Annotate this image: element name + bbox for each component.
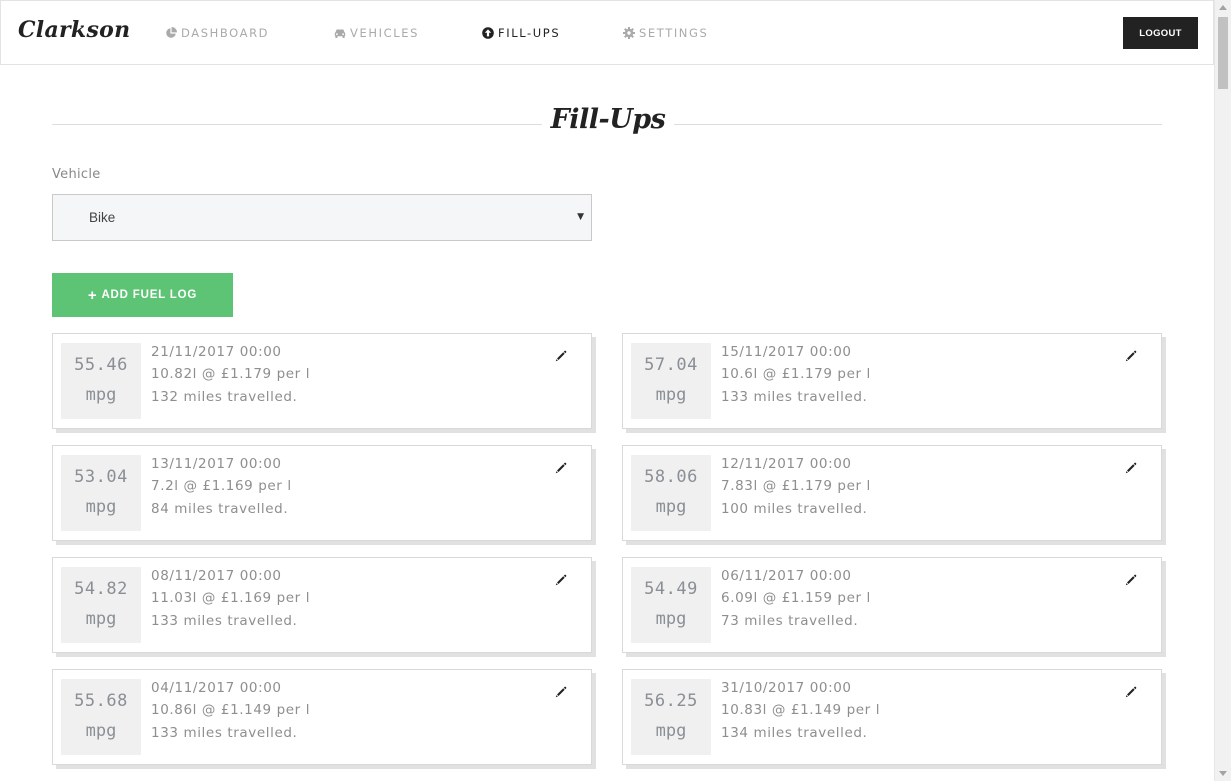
brand-logo[interactable]: Clarkson <box>18 17 130 43</box>
fillup-date: 21/11/2017 00:00 <box>151 344 282 360</box>
mpg-badge: 57.04 mpg <box>631 343 711 419</box>
mpg-value: 55.68 <box>74 691 128 711</box>
mpg-value: 54.49 <box>644 579 698 599</box>
fillup-distance: 132 miles travelled. <box>151 389 298 405</box>
top-navbar: Clarkson DASHBOARD VEHICLES FILL-UPS SET… <box>0 0 1214 65</box>
mpg-unit: mpg <box>85 497 117 517</box>
page-title: Fill-Ups <box>550 104 666 135</box>
mpg-unit: mpg <box>655 385 687 405</box>
scrollbar-thumb[interactable] <box>1218 17 1228 89</box>
pencil-icon[interactable] <box>554 685 568 699</box>
mpg-badge: 55.68 mpg <box>61 679 141 755</box>
nav-settings[interactable]: SETTINGS <box>623 25 708 41</box>
fillup-distance: 133 miles travelled. <box>151 613 298 629</box>
mpg-unit: mpg <box>85 385 117 405</box>
nav-dashboard[interactable]: DASHBOARD <box>165 25 269 41</box>
mpg-value: 56.25 <box>644 691 698 711</box>
fillup-date: 13/11/2017 00:00 <box>151 456 282 472</box>
pencil-icon[interactable] <box>1124 349 1138 363</box>
title-divider-left <box>52 124 542 125</box>
nav-fillups-label: FILL-UPS <box>498 26 561 40</box>
car-icon <box>334 29 346 38</box>
mpg-value: 55.46 <box>74 355 128 375</box>
fillup-date: 12/11/2017 00:00 <box>721 456 852 472</box>
fillup-date: 15/11/2017 00:00 <box>721 344 852 360</box>
mpg-badge: 54.82 mpg <box>61 567 141 643</box>
add-fuel-log-button[interactable]: + ADD FUEL LOG <box>52 273 233 317</box>
fillup-card: 54.49 mpg 06/11/2017 00:00 6.09l @ £1.15… <box>622 557 1162 653</box>
mpg-value: 58.06 <box>644 467 698 487</box>
mpg-badge: 54.49 mpg <box>631 567 711 643</box>
mpg-value: 54.82 <box>74 579 128 599</box>
scroll-up-arrow-icon[interactable] <box>1219 5 1227 10</box>
gear-icon <box>623 27 635 39</box>
fillup-fuel: 10.86l @ £1.149 per l <box>151 702 311 718</box>
fillup-distance: 134 miles travelled. <box>721 725 868 741</box>
mpg-unit: mpg <box>85 609 117 629</box>
logout-button[interactable]: LOGOUT <box>1123 17 1198 49</box>
fillup-fuel: 11.03l @ £1.169 per l <box>151 590 311 606</box>
fillup-distance: 100 miles travelled. <box>721 501 868 517</box>
pencil-icon[interactable] <box>1124 461 1138 475</box>
pencil-icon[interactable] <box>554 349 568 363</box>
fillup-card: 55.46 mpg 21/11/2017 00:00 10.82l @ £1.1… <box>52 333 592 429</box>
nav-vehicles[interactable]: VEHICLES <box>334 25 419 41</box>
add-fuel-log-label: ADD FUEL LOG <box>101 289 198 301</box>
scroll-down-arrow-icon[interactable] <box>1219 771 1227 776</box>
fillup-card: 56.25 mpg 31/10/2017 00:00 10.83l @ £1.1… <box>622 669 1162 765</box>
fillup-fuel: 7.2l @ £1.169 per l <box>151 478 292 494</box>
pencil-icon[interactable] <box>554 573 568 587</box>
caret-down-icon: ▼ <box>577 212 584 222</box>
fillup-fuel: 10.6l @ £1.179 per l <box>721 366 871 382</box>
mpg-unit: mpg <box>655 721 687 741</box>
fillup-card: 58.06 mpg 12/11/2017 00:00 7.83l @ £1.17… <box>622 445 1162 541</box>
vehicle-label: Vehicle <box>52 167 101 182</box>
fillup-card: 53.04 mpg 13/11/2017 00:00 7.2l @ £1.169… <box>52 445 592 541</box>
plus-icon: + <box>87 286 98 304</box>
fillup-fuel: 7.83l @ £1.179 per l <box>721 478 871 494</box>
fillup-card: 57.04 mpg 15/11/2017 00:00 10.6l @ £1.17… <box>622 333 1162 429</box>
fillup-fuel: 10.83l @ £1.149 per l <box>721 702 881 718</box>
fillup-card: 54.82 mpg 08/11/2017 00:00 11.03l @ £1.1… <box>52 557 592 653</box>
pie-chart-icon <box>166 27 177 38</box>
pencil-icon[interactable] <box>554 461 568 475</box>
mpg-badge: 58.06 mpg <box>631 455 711 531</box>
mpg-unit: mpg <box>655 497 687 517</box>
title-divider-right <box>674 124 1162 125</box>
pencil-icon[interactable] <box>1124 685 1138 699</box>
nav-fillups[interactable]: FILL-UPS <box>482 25 560 41</box>
fillup-distance: 73 miles travelled. <box>721 613 859 629</box>
arrow-circle-up-icon <box>482 27 494 39</box>
mpg-unit: mpg <box>655 609 687 629</box>
mpg-value: 53.04 <box>74 467 128 487</box>
nav-vehicles-label: VEHICLES <box>350 26 419 40</box>
vehicle-select[interactable]: Bike ▼ <box>52 194 592 241</box>
fillup-card: 55.68 mpg 04/11/2017 00:00 10.86l @ £1.1… <box>52 669 592 765</box>
fillup-date: 04/11/2017 00:00 <box>151 680 282 696</box>
mpg-badge: 56.25 mpg <box>631 679 711 755</box>
mpg-unit: mpg <box>85 721 117 741</box>
fillup-date: 06/11/2017 00:00 <box>721 568 852 584</box>
fillup-distance: 133 miles travelled. <box>151 725 298 741</box>
page: Clarkson DASHBOARD VEHICLES FILL-UPS SET… <box>0 0 1231 781</box>
pencil-icon[interactable] <box>1124 573 1138 587</box>
fillup-fuel: 10.82l @ £1.179 per l <box>151 366 311 382</box>
mpg-value: 57.04 <box>644 355 698 375</box>
fillup-date: 31/10/2017 00:00 <box>721 680 852 696</box>
fillup-date: 08/11/2017 00:00 <box>151 568 282 584</box>
fillup-distance: 84 miles travelled. <box>151 501 289 517</box>
mpg-badge: 55.46 mpg <box>61 343 141 419</box>
page-scrollbar[interactable] <box>1214 0 1231 781</box>
fillup-fuel: 6.09l @ £1.159 per l <box>721 590 871 606</box>
fillup-distance: 133 miles travelled. <box>721 389 868 405</box>
mpg-badge: 53.04 mpg <box>61 455 141 531</box>
nav-settings-label: SETTINGS <box>639 26 709 40</box>
nav-dashboard-label: DASHBOARD <box>181 26 270 40</box>
vehicle-selected-value: Bike <box>89 210 116 225</box>
